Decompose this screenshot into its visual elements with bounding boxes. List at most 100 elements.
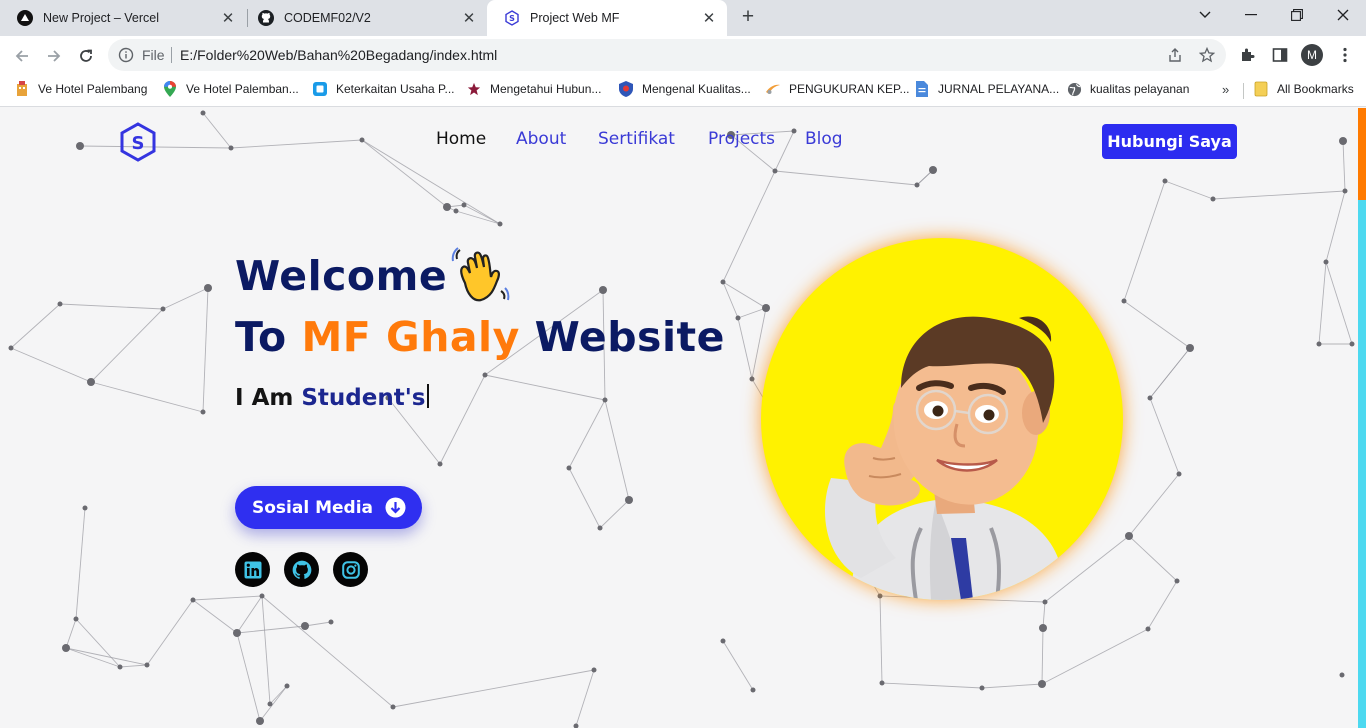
extensions-icon[interactable] xyxy=(1238,45,1258,65)
network-line xyxy=(361,139,448,208)
close-tab-icon[interactable]: ✕ xyxy=(219,9,237,27)
vercel-icon xyxy=(17,10,33,26)
url-text[interactable]: E:/Folder%20Web/Bahan%20Begadang/index.h… xyxy=(180,47,497,63)
bookmark-item[interactable]: Ve Hotel Palemban... xyxy=(162,81,299,97)
network-node xyxy=(566,465,572,471)
typed-text: Student's xyxy=(301,385,426,411)
particle-network-background xyxy=(8,110,1355,728)
network-node xyxy=(720,638,726,644)
network-node xyxy=(73,616,79,622)
close-tab-icon[interactable]: ✕ xyxy=(700,9,718,27)
bookmark-item[interactable]: Ve Hotel Palembang xyxy=(14,81,147,97)
tab-project-web-mf[interactable]: S Project Web MF ✕ xyxy=(487,0,727,36)
network-node xyxy=(57,301,63,307)
network-node xyxy=(284,683,290,689)
bookmark-item[interactable]: Keterkaitan Usaha P... xyxy=(312,81,455,97)
scheme-label: File xyxy=(142,47,165,63)
waving-hand-icon xyxy=(451,245,511,305)
hero-subtitle: I Am Student's xyxy=(235,384,430,411)
hotel-icon xyxy=(14,81,30,97)
network-line xyxy=(1041,628,1149,685)
nav-projects[interactable]: Projects xyxy=(708,129,775,149)
nav-sertifikat[interactable]: Sertifikat xyxy=(598,129,675,149)
tab-github[interactable]: CODEMF02/V2 ✕ xyxy=(241,0,487,36)
profile-avatar[interactable]: M xyxy=(1301,44,1323,66)
bookmark-label: Keterkaitan Usaha P... xyxy=(336,82,455,96)
network-line xyxy=(236,625,306,634)
network-line xyxy=(722,281,739,319)
back-button[interactable] xyxy=(9,43,35,69)
doc-blue-icon xyxy=(312,81,328,97)
network-node xyxy=(453,208,459,214)
menu-kebab-icon[interactable] xyxy=(1335,45,1355,65)
network-line xyxy=(981,683,1043,689)
linkedin-icon[interactable] xyxy=(235,552,270,587)
side-panel-icon[interactable] xyxy=(1270,45,1290,65)
scrollbar-track[interactable] xyxy=(1358,200,1366,728)
hero-welcome: Welcome xyxy=(235,252,448,300)
network-node xyxy=(443,203,451,211)
network-line xyxy=(65,618,77,649)
forward-button[interactable] xyxy=(41,43,67,69)
minimize-button[interactable] xyxy=(1228,0,1274,30)
close-window-button[interactable] xyxy=(1320,0,1366,30)
network-node xyxy=(1349,341,1355,347)
network-line xyxy=(604,399,630,501)
social-media-label: Sosial Media xyxy=(252,497,374,518)
all-bookmarks-folder[interactable]: All Bookmarks xyxy=(1253,81,1354,97)
tab-title: New Project – Vercel xyxy=(43,11,160,25)
scrollbar-progress[interactable] xyxy=(1358,108,1366,200)
network-node xyxy=(117,664,123,670)
network-node xyxy=(190,597,196,603)
network-line xyxy=(1123,180,1166,302)
network-node xyxy=(1145,626,1151,632)
github-icon[interactable] xyxy=(284,552,319,587)
reload-button[interactable] xyxy=(73,43,99,69)
bookmark-item[interactable]: PENGUKURAN KEP... xyxy=(765,81,909,97)
info-icon[interactable] xyxy=(118,47,134,63)
tab-vercel[interactable]: New Project – Vercel ✕ xyxy=(0,0,246,36)
network-node xyxy=(791,128,797,134)
nav-about[interactable]: About xyxy=(516,129,566,149)
restore-button[interactable] xyxy=(1274,0,1320,30)
nav-blog[interactable]: Blog xyxy=(805,129,843,149)
network-node xyxy=(1174,578,1180,584)
bookmark-item[interactable]: kualitas pelayanan xyxy=(1066,81,1189,97)
network-node xyxy=(879,680,885,686)
social-media-button[interactable]: Sosial Media xyxy=(235,486,422,529)
network-line xyxy=(202,112,232,149)
network-node xyxy=(1210,196,1216,202)
network-node xyxy=(461,202,467,208)
network-line xyxy=(1325,261,1353,345)
instagram-icon[interactable] xyxy=(333,552,368,587)
bookmark-item[interactable]: Mengenal Kualitas... xyxy=(618,81,751,97)
more-bookmarks-button[interactable]: » xyxy=(1222,82,1229,97)
share-icon[interactable] xyxy=(1167,47,1183,63)
shield-icon xyxy=(618,81,634,97)
network-node xyxy=(76,142,84,150)
network-line xyxy=(119,664,148,668)
network-node xyxy=(160,306,166,312)
contact-button[interactable]: Hubungi Saya xyxy=(1102,124,1237,159)
star-icon xyxy=(466,81,482,97)
nav-home[interactable]: Home xyxy=(436,129,486,149)
network-line xyxy=(774,170,918,186)
network-line xyxy=(1342,140,1346,192)
new-tab-button[interactable]: + xyxy=(737,6,759,29)
close-tab-icon[interactable]: ✕ xyxy=(460,9,478,27)
bookmark-label: Mengenal Kualitas... xyxy=(642,82,751,96)
bookmark-star-icon[interactable] xyxy=(1198,46,1216,63)
network-line xyxy=(236,632,261,722)
bookmark-item[interactable]: Mengetahui Hubun... xyxy=(466,81,601,97)
network-node xyxy=(772,168,778,174)
network-node xyxy=(144,662,150,668)
address-bar[interactable]: File E:/Folder%20Web/Bahan%20Begadang/in… xyxy=(108,39,1226,71)
tab-search-button[interactable] xyxy=(1182,0,1228,30)
bookmark-label: Ve Hotel Palembang xyxy=(38,82,148,96)
site-logo-icon[interactable]: S xyxy=(119,122,157,162)
arrow-down-circle-icon xyxy=(385,497,406,518)
network-line xyxy=(599,499,630,529)
bookmark-item[interactable]: JURNAL PELAYANA... xyxy=(914,81,1059,97)
page-viewport: S Home About Sertifikat Projects Blog Hu… xyxy=(0,108,1366,728)
network-node xyxy=(482,372,488,378)
